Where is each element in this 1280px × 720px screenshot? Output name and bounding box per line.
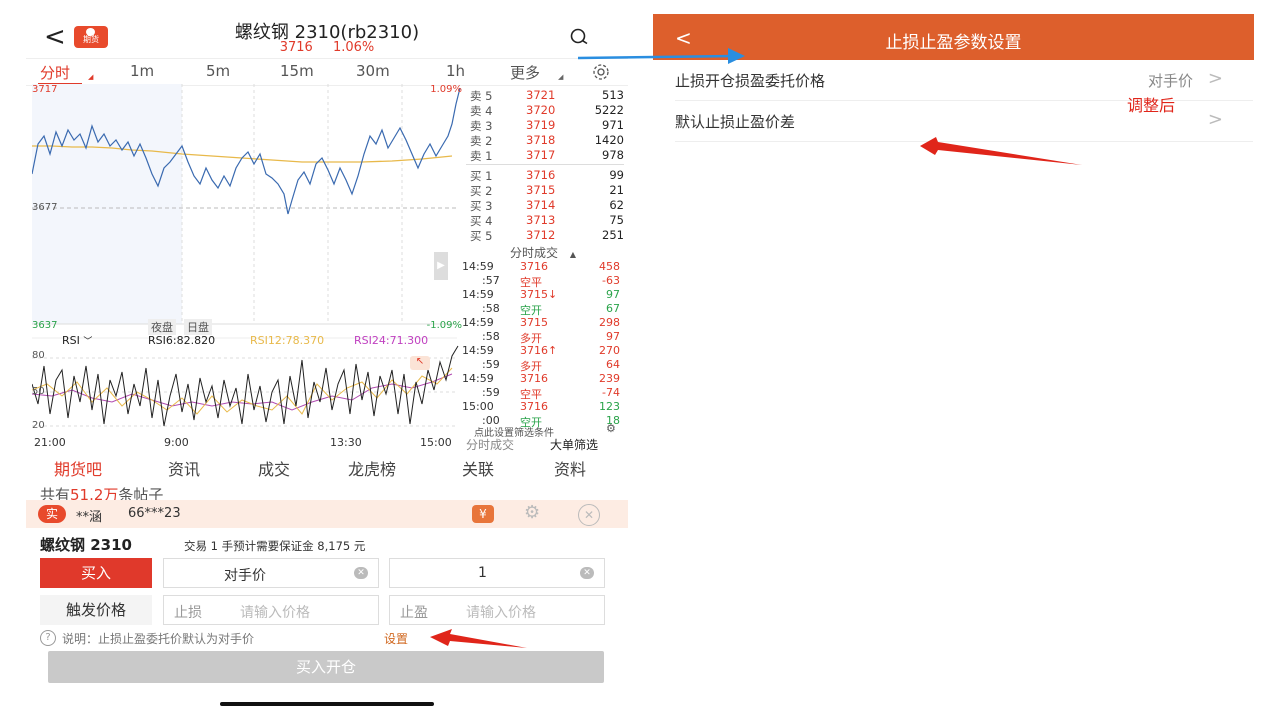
- red-arrow-right: [920, 137, 1082, 165]
- blue-arrow-head: [728, 48, 745, 64]
- annotation-arrows: [430, 48, 1082, 648]
- blue-arrow-line: [577, 54, 736, 60]
- red-arrow-left: [430, 629, 527, 648]
